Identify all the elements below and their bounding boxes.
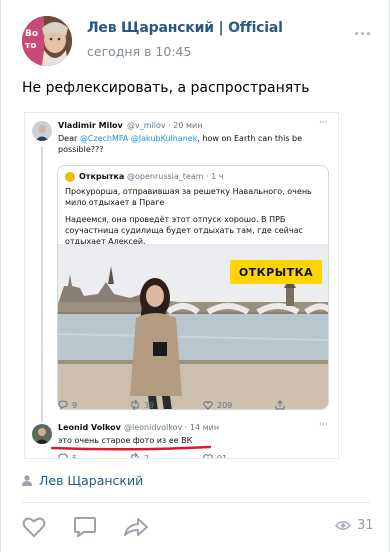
quoted-name: Открытка xyxy=(79,172,125,181)
quoted-meta: @openrussia_team · 1 ч xyxy=(127,172,224,181)
attached-image[interactable]: Vladimir Milov @v_milov · 20 мин ··· Dea… xyxy=(24,112,339,459)
user-icon xyxy=(22,475,32,486)
retweet-icon xyxy=(131,400,139,410)
mention-czechmfa: @CzechMFA xyxy=(79,134,129,143)
volkov-avatar xyxy=(32,424,52,444)
tweet2-name: Leonid Volkov xyxy=(58,423,121,432)
otkrytka-badge: ОТКРЫТКА xyxy=(230,260,322,284)
more-options-icon[interactable] xyxy=(351,26,373,40)
tweet1-like-stat: 209 xyxy=(203,400,232,410)
quoted-tweet: Открытка @openrussia_team · 1 ч Прокурор… xyxy=(57,165,329,410)
reply-icon xyxy=(58,453,68,458)
share-icon xyxy=(275,400,285,410)
share-button[interactable] xyxy=(123,514,149,540)
tweet1-share-stat xyxy=(275,400,285,410)
tweet2-reply-stat: 5 xyxy=(58,453,78,459)
tweet1-retweets: 39 xyxy=(144,400,155,410)
author-avatar[interactable]: Во то xyxy=(22,16,72,66)
like-icon xyxy=(203,401,213,410)
svg-text:Во: Во xyxy=(25,29,38,39)
tweet2-replies: 5 xyxy=(72,453,78,459)
red-underline xyxy=(51,445,211,451)
milov-avatar xyxy=(32,121,52,141)
post-text: Не рефлексировать, а распространять xyxy=(22,80,310,96)
views-counter: 31 xyxy=(335,518,374,533)
heart-icon xyxy=(22,517,46,537)
svg-text:то: то xyxy=(25,41,36,51)
like-button[interactable] xyxy=(21,514,47,540)
tweet1-name: Vladimir Milov xyxy=(58,121,123,130)
tweet2-retweet-stat: 2 xyxy=(130,453,150,459)
post-time[interactable]: сегодня в 10:45 xyxy=(87,44,191,59)
tweet2-like-stat: 91 xyxy=(203,453,228,459)
tweet2-meta: @leonidvolkov · 14 мин xyxy=(124,423,220,432)
tweet1-meta: @v_milov · 20 мин xyxy=(127,121,203,130)
tweet2-retweets: 2 xyxy=(144,453,150,459)
share-arrow-icon xyxy=(124,518,148,536)
comment-button[interactable] xyxy=(72,514,98,540)
tweet1-likes: 209 xyxy=(217,400,233,410)
footer-divider xyxy=(22,502,370,503)
tweet1-replies: 9 xyxy=(72,400,78,410)
prague-photo: ОТКРЫТКА xyxy=(58,244,328,409)
tweet1-text: Dear @CzechMFA @JakubKulhanek, how on Ea… xyxy=(58,133,320,155)
signature-name[interactable]: Лев Щаранский xyxy=(39,473,143,488)
tweet2-likes: 91 xyxy=(217,453,228,459)
tweet1-prefix: Dear xyxy=(58,134,80,143)
author-name[interactable]: Лев Щаранский | Official xyxy=(87,20,283,36)
tweet1-reply-stat: 9 xyxy=(58,400,77,410)
openrussia-avatar xyxy=(65,172,75,182)
tweet2-more-icon: ··· xyxy=(319,420,328,430)
eye-icon xyxy=(335,521,351,530)
post-signature[interactable]: Лев Щаранский xyxy=(22,473,143,488)
quoted-text-2: Надеемся, она проведёт этот отпуск хорош… xyxy=(65,215,303,246)
reply-icon xyxy=(58,400,68,410)
like-icon xyxy=(203,454,213,458)
retweet-icon xyxy=(131,453,139,458)
comment-icon xyxy=(74,517,96,537)
views-count: 31 xyxy=(357,518,374,533)
mention-jakubkulhanek: @JakubKulhanek xyxy=(130,134,198,143)
thread-line xyxy=(41,147,43,422)
post-card: Во то Лев Щаранский | Official сегодня в… xyxy=(0,0,390,552)
tweet1-more-icon: ··· xyxy=(319,118,328,128)
quoted-text-1: Прокурорша, отправившая за решетку Навал… xyxy=(65,187,312,207)
tweet1-retweet-stat: 39 xyxy=(130,400,154,410)
